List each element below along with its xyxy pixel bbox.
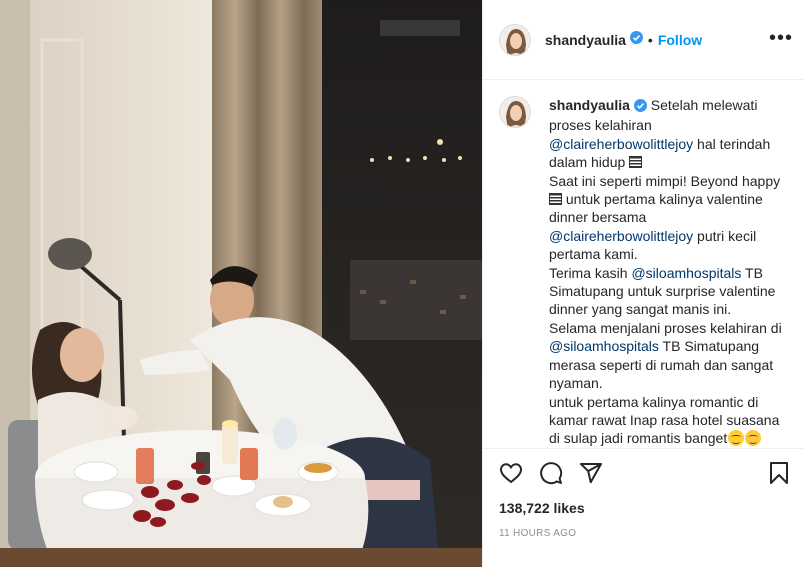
header-username[interactable]: shandyaulia	[545, 32, 626, 48]
post-side-panel: shandyaulia • Follow ••• shandyaulia Set…	[482, 0, 804, 567]
caption: shandyaulia Setelah melewati proses kela…	[499, 96, 799, 448]
caption-line: hal terindah	[693, 135, 771, 152]
post-timestamp[interactable]: 11 HOURS AGO	[499, 528, 576, 539]
emoji-icon	[549, 193, 562, 206]
verified-badge-icon	[629, 30, 643, 49]
caption-line: merasa seperti di rumah dan sangat	[549, 356, 774, 373]
post-header: shandyaulia • Follow •••	[483, 0, 804, 80]
caption-avatar[interactable]	[499, 96, 531, 128]
caption-line: di sulap jadi romantis banget	[549, 430, 728, 447]
caption-line: Terima kasih	[549, 264, 632, 281]
verified-badge-icon	[633, 98, 647, 116]
caption-line: Saat ini seperti mimpi! Beyond happy	[549, 172, 781, 189]
caption-line: Selama menjalani proses kelahiran di	[549, 319, 782, 336]
comment-icon[interactable]	[539, 461, 563, 485]
caption-text: shandyaulia Setelah melewati proses kela…	[549, 96, 799, 448]
emoji-icon	[629, 156, 643, 169]
follow-button[interactable]: Follow	[658, 32, 702, 48]
post-photo[interactable]	[0, 0, 482, 567]
separator-dot: •	[647, 31, 653, 48]
caption-line: dinner bersama	[549, 209, 647, 226]
mention-link[interactable]: @siloamhospitals	[549, 338, 659, 354]
caption-line: kamar rawat Inap rasa hotel suasana	[549, 411, 780, 428]
post-photo-image	[0, 0, 482, 567]
caption-line: nyaman.	[549, 375, 603, 392]
action-bar	[499, 461, 603, 485]
caption-line: putri kecil	[693, 227, 757, 244]
heart-icon[interactable]	[499, 461, 523, 485]
caption-line: untuk pertama kalinya romantic di	[549, 393, 759, 410]
post-actions-section: 138,722 likes 11 HOURS AGO	[483, 448, 804, 567]
caption-line: Simatupang untuk surprise valentine	[549, 283, 776, 300]
bookmark-icon[interactable]	[767, 461, 791, 485]
caption-line: untuk pertama kalinya valentine	[562, 191, 763, 208]
grinning-face-emoji-icon	[745, 430, 762, 447]
share-icon[interactable]	[579, 461, 603, 485]
relieved-face-emoji-icon	[728, 430, 745, 447]
caption-line: TB Simatupang	[658, 338, 760, 355]
caption-line: dalam hidup	[549, 154, 630, 171]
mention-link[interactable]: @claireherbowolittlejoy	[549, 136, 693, 152]
mention-link[interactable]: @claireherbowolittlejoy	[549, 228, 693, 244]
likes-count[interactable]: 138,722 likes	[499, 500, 585, 516]
avatar[interactable]	[499, 23, 531, 56]
caption-username[interactable]: shandyaulia	[549, 97, 630, 113]
caption-line: TB	[741, 264, 763, 281]
caption-line: pertama kami.	[549, 246, 638, 263]
mention-link[interactable]: @siloamhospitals	[631, 265, 741, 281]
caption-line: dinner yang sangat manis ini.	[549, 301, 732, 318]
caption-line: proses kelahiran	[549, 117, 652, 134]
more-options-icon[interactable]: •••	[769, 28, 793, 48]
caption-line: Setelah melewati	[646, 97, 758, 113]
